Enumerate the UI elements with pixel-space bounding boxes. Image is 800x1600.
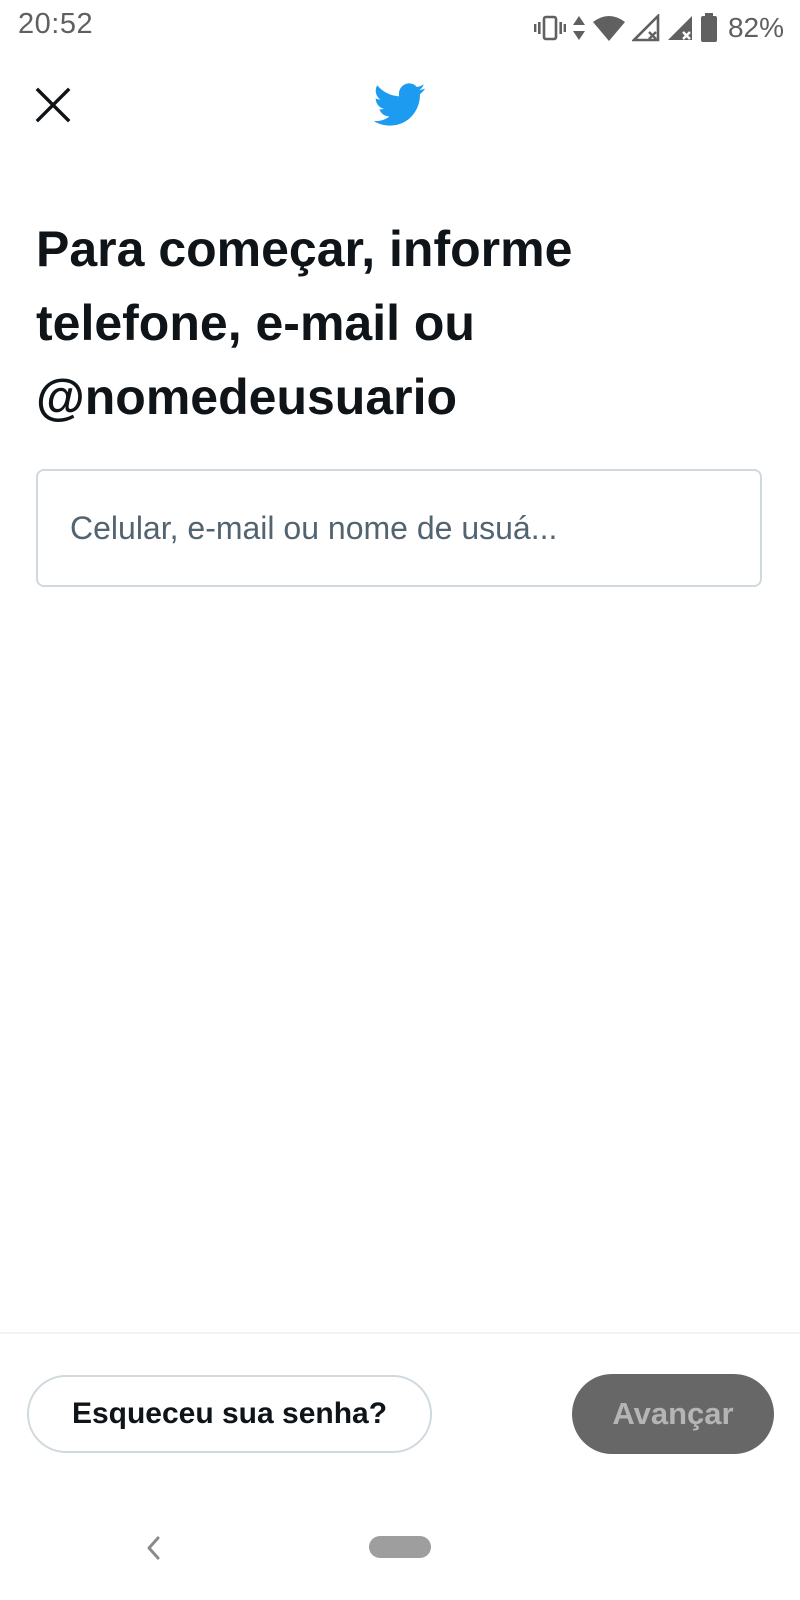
status-icons: 82%	[533, 10, 784, 46]
status-bar: 20:52 82%	[0, 0, 800, 56]
battery-icon	[700, 13, 718, 43]
login-identifier-field[interactable]	[36, 469, 762, 587]
wifi-icon	[592, 14, 626, 42]
close-button[interactable]	[30, 82, 76, 128]
next-button[interactable]: Avançar	[572, 1374, 774, 1454]
twitter-bird-icon	[373, 80, 426, 130]
nav-back-button[interactable]	[140, 1530, 168, 1566]
signal-icon	[631, 14, 660, 42]
battery-percent: 82%	[727, 12, 784, 43]
chevron-left-icon	[147, 1536, 160, 1560]
close-icon	[35, 87, 71, 123]
status-time: 20:52	[18, 8, 94, 40]
nav-home-pill[interactable]	[369, 1536, 431, 1558]
data-arrows-icon	[572, 14, 586, 42]
page-title: Para começar, informe telefone, e-mail o…	[36, 221, 573, 425]
signal-icon	[666, 14, 694, 42]
login-identifier-input[interactable]	[38, 471, 760, 585]
forgot-password-button[interactable]: Esqueceu sua senha?	[27, 1375, 432, 1453]
footer-divider	[0, 1332, 800, 1334]
vibrate-icon	[533, 15, 566, 41]
